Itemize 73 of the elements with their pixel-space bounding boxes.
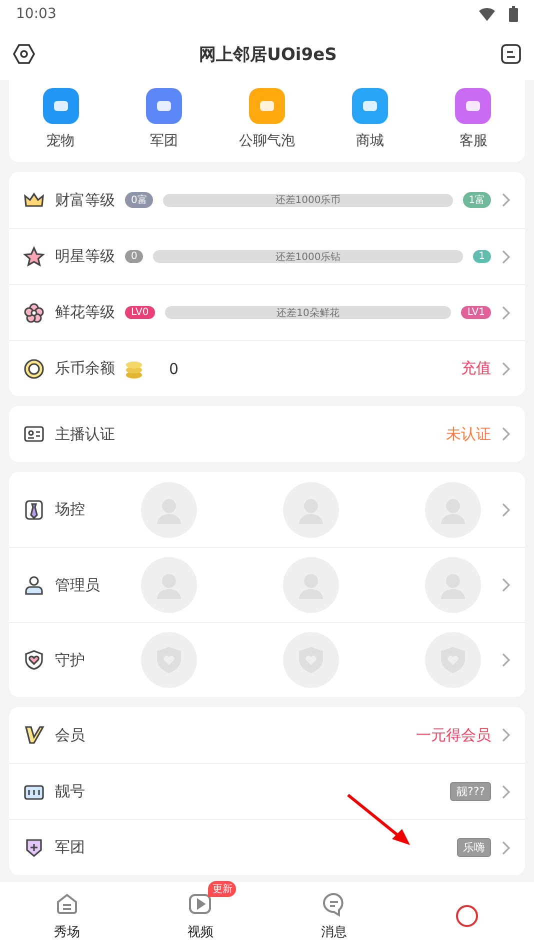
chevron-icon [501,426,511,442]
value-tag: 乐嗨 [457,838,491,857]
verify-status: 未认证 [446,424,491,444]
v-icon [23,724,45,746]
status-time: 10:03 [16,6,56,22]
row-label: 会员 [55,726,85,744]
level-row[interactable]: 鲜花等级 LV0 还差10朵鲜花 LV1 [9,284,525,340]
role-row[interactable]: 管理员 [9,547,525,622]
chevron-icon [501,192,511,208]
next-level-badge: 1富 [462,192,491,208]
balance-amount: 0 [169,360,179,378]
shortcut-button[interactable]: 客服 [428,88,518,150]
chevron-icon [501,502,511,518]
chevron-icon [501,784,511,800]
chevron-icon [501,360,511,376]
next-level-badge: 1 [472,250,491,263]
update-badge: 更新 [208,881,236,897]
balance-row[interactable]: 乐币余额 0 充值 [9,340,525,396]
row-label: 乐币余额 [55,359,115,378]
nav-tab[interactable]: 消息 [294,891,374,941]
play-icon [187,891,214,917]
level-hint: 还差10朵鲜花 [276,306,340,320]
extra-row[interactable]: 会员 一元得会员 [9,707,525,763]
annotation-arrow [346,793,412,847]
profile-icon [454,903,480,929]
extra-row[interactable]: 靓号 靓??? [9,763,525,819]
verify-row[interactable]: 主播认证 未认证 [9,406,525,462]
chevron-icon [501,727,511,743]
settings-icon[interactable] [12,42,36,66]
value-tag: 靓??? [450,782,491,801]
coins-icon [125,358,143,378]
id-card-icon [23,423,45,445]
row-label: 主播认证 [55,424,115,444]
note-icon[interactable] [500,43,522,65]
row-label: 场控 [55,500,86,519]
chevron-icon [501,304,511,320]
person-icon [23,574,45,596]
row-label: 鲜花等级 [55,303,115,322]
star-icon [23,246,45,268]
current-level-badge: 0富 [125,192,154,208]
role-row[interactable]: 场控 [9,472,525,547]
page-title: 网上邻居UOi9eS [199,44,337,66]
chevron-icon [501,577,511,593]
coin-ring-icon [23,358,45,380]
next-level-badge: LV1 [461,306,491,319]
extra-row[interactable]: 军团 乐嗨 [9,819,525,875]
row-label: 靓号 [55,782,85,801]
level-row[interactable]: 财富等级 0富 还差1000乐币 1富 [9,172,525,228]
nav-tab[interactable]: 秀场 [26,891,107,941]
row-label: 管理员 [55,576,101,594]
shortcut-button[interactable]: 军团 [118,88,209,150]
wifi-icon [479,7,495,21]
shortcut-button[interactable]: 商城 [325,88,416,150]
row-label: 军团 [55,838,85,857]
row-label: 守护 [55,650,86,670]
chevron-icon [501,840,511,856]
current-level-badge: LV0 [125,306,155,319]
row-label: 财富等级 [55,190,115,210]
shield-star-icon [23,836,45,858]
chevron-icon [501,248,511,264]
flower-icon [23,302,45,324]
chevron-icon [501,652,511,668]
level-hint: 还差1000乐钻 [275,250,341,264]
battery-icon [509,6,518,22]
current-level-badge: 0 [125,250,144,263]
level-row[interactable]: 明星等级 0 还差1000乐钻 1 [9,228,525,284]
shield-icon [23,649,45,671]
shortcut-button[interactable]: 公聊气泡 [222,88,312,150]
tie-icon [23,498,45,520]
shortcut-button[interactable]: 宠物 [16,88,106,150]
row-label: 明星等级 [55,247,115,266]
level-hint: 还差1000乐币 [275,194,341,207]
role-row[interactable]: 守护 [9,622,525,697]
